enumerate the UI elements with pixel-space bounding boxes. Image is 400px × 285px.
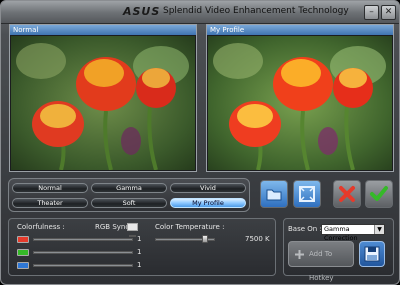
color-temperature-label: Color Temperature : <box>155 223 225 231</box>
mode-my-profile-button[interactable]: My Profile <box>170 198 246 208</box>
red-channel-swatch[interactable] <box>17 236 29 243</box>
blue-channel-swatch[interactable] <box>17 262 29 269</box>
add-to-hotkey-label: Add To Hotkey <box>309 250 334 282</box>
fullscreen-button[interactable] <box>293 180 321 208</box>
mode-theater-button[interactable]: Theater <box>12 198 88 208</box>
base-on-panel: Base On : Gamma Correction ▼ Add To Hotk… <box>283 218 394 282</box>
red-value: 1 <box>137 235 142 243</box>
minimize-icon: – <box>369 7 374 17</box>
green-channel-swatch[interactable] <box>17 249 29 256</box>
green-value: 1 <box>137 248 142 256</box>
mode-normal-button[interactable]: Normal <box>12 183 88 193</box>
rgb-sync-toggle[interactable] <box>127 223 138 237</box>
minimize-button[interactable]: – <box>364 5 379 20</box>
mode-gamma-button[interactable]: Gamma <box>91 183 167 193</box>
my-profile-preview-panel: My Profile <box>206 24 394 172</box>
brand-logo: ASUS <box>123 5 161 18</box>
color-temperature-value: 7500 K <box>245 235 270 243</box>
green-check-icon <box>370 186 388 201</box>
adjustment-panel: Colorfulness : RGB Sync. Color Temperatu… <box>8 218 276 276</box>
open-folder-button[interactable] <box>260 180 288 208</box>
normal-preview-panel: Normal <box>9 24 197 172</box>
save-icon <box>364 246 380 262</box>
mode-vivid-button[interactable]: Vivid <box>170 183 246 193</box>
folder-icon <box>266 189 282 201</box>
red-slider-track[interactable] <box>33 238 133 241</box>
chevron-down-icon: ▼ <box>374 225 384 234</box>
blue-value: 1 <box>137 261 142 269</box>
title-bar[interactable]: ASUS Splendid Video Enhancement Technolo… <box>1 1 399 24</box>
panel-label: Normal <box>10 25 196 35</box>
base-on-selected: Gamma Correction <box>324 225 358 242</box>
apply-button[interactable] <box>365 180 393 208</box>
window-title: Splendid Video Enhancement Technology <box>163 6 349 16</box>
rgb-sync-label: RGB Sync. <box>95 223 132 231</box>
fullscreen-icon <box>299 186 315 202</box>
mode-selector: Normal Gamma Vivid Theater Soft My Profi… <box>8 178 250 212</box>
close-icon: ✕ <box>384 7 393 17</box>
color-temperature-thumb[interactable] <box>202 235 208 243</box>
green-slider-track[interactable] <box>33 251 133 254</box>
base-on-dropdown[interactable]: Gamma Correction ▼ <box>321 224 385 242</box>
plus-icon <box>295 250 304 259</box>
close-button[interactable]: ✕ <box>381 5 396 20</box>
app-window: ASUS Splendid Video Enhancement Technolo… <box>0 0 400 285</box>
preview-image-normal <box>11 36 195 170</box>
add-to-hotkey-button[interactable]: Add To Hotkey <box>288 241 354 282</box>
colorfulness-label: Colorfulness : <box>17 223 65 231</box>
red-x-icon <box>339 186 355 202</box>
base-on-label: Base On : <box>288 225 322 233</box>
panel-label: My Profile <box>207 25 393 35</box>
blue-slider-track[interactable] <box>33 264 133 267</box>
save-button[interactable] <box>359 241 385 267</box>
preview-image-my-profile <box>208 36 392 170</box>
cancel-button[interactable] <box>333 180 361 208</box>
mode-soft-button[interactable]: Soft <box>91 198 167 208</box>
